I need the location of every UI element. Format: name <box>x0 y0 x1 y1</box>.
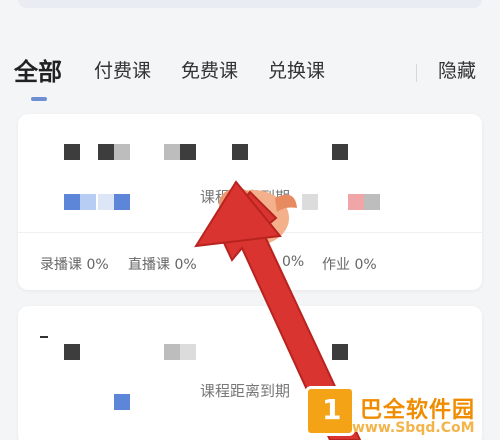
tab-paid[interactable]: 付费课 <box>94 56 151 83</box>
tab-all[interactable]: 全部 <box>14 52 62 87</box>
hide-button[interactable]: 隐藏 <box>438 56 476 83</box>
redacted-block <box>114 144 130 160</box>
redacted-block <box>180 344 196 360</box>
active-tab-indicator <box>31 97 47 101</box>
top-banner-edge <box>18 0 482 8</box>
tab-free[interactable]: 免费课 <box>181 56 238 83</box>
redacted-block <box>364 194 380 210</box>
watermark-url: www.Sbqd.CoM <box>352 420 475 436</box>
mascot-icon <box>217 188 297 246</box>
redacted-block <box>64 144 80 160</box>
redacted-block <box>180 144 196 160</box>
redacted-block <box>114 194 130 210</box>
stat-live: 直播课 0% <box>128 257 197 273</box>
redacted-block <box>164 144 180 160</box>
redacted-block <box>64 194 80 210</box>
expire-countdown: 课程距离到期 <box>200 382 291 400</box>
redacted-block <box>114 394 130 410</box>
redacted-block <box>332 344 348 360</box>
redacted-block <box>80 194 96 210</box>
redacted-block <box>98 144 114 160</box>
title-dash <box>40 336 48 338</box>
stat-recorded: 录播课 0% <box>40 257 109 273</box>
redacted-block <box>64 344 80 360</box>
watermark-logo-icon: 1 <box>305 386 355 436</box>
stat-homework: 作业 0% <box>322 257 377 273</box>
redacted-block <box>232 144 248 160</box>
redacted-block <box>98 194 114 210</box>
tab-divider <box>416 64 417 82</box>
redacted-block <box>164 344 180 360</box>
redacted-block <box>332 144 348 160</box>
course-filter-tabs: 全部 付费课 免费课 兑换课 <box>0 40 500 110</box>
watermark-logo-text: 1 <box>322 393 342 426</box>
redacted-block <box>348 194 364 210</box>
tab-redeem[interactable]: 兑换课 <box>268 56 325 83</box>
